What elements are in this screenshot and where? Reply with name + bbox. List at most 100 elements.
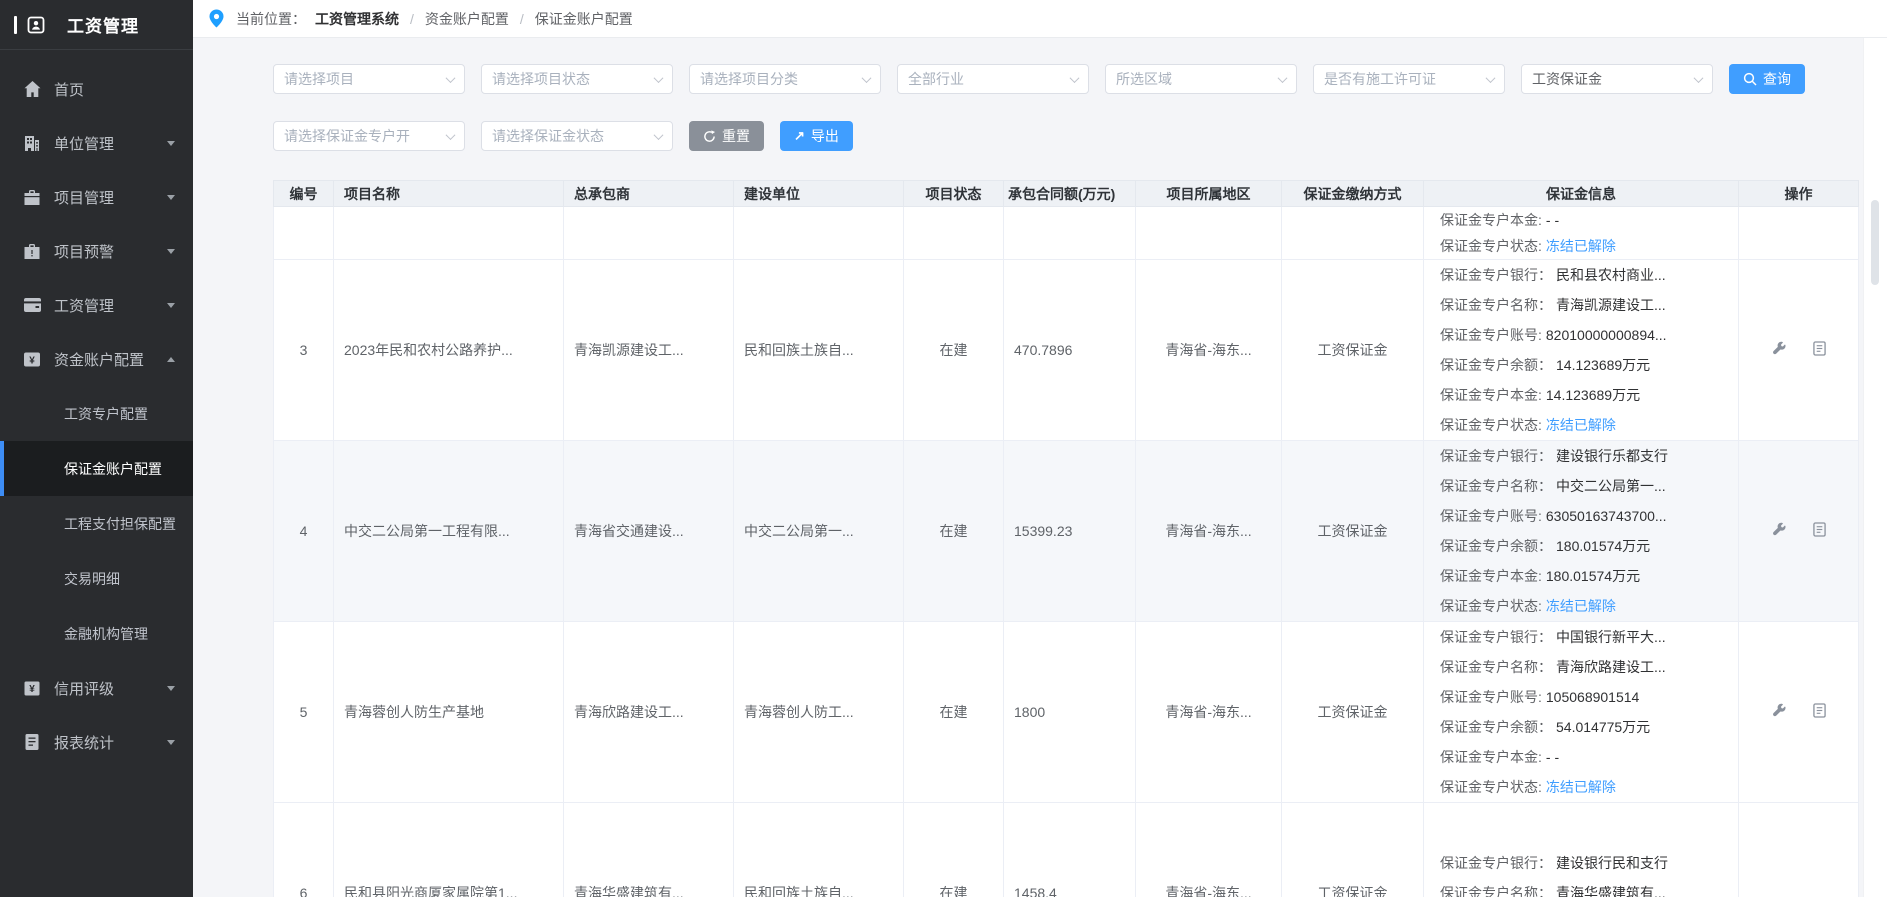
filter-project-status-select[interactable]: 请选择项目状态 bbox=[481, 64, 673, 94]
column-header-contractor: 总承包商 bbox=[564, 181, 734, 207]
builder-cell bbox=[734, 207, 904, 260]
contract-amount-cell: 1458.4 bbox=[1004, 803, 1136, 897]
deposit-info-line: 保证金专户名称：青海华盛建筑有... bbox=[1440, 878, 1728, 897]
sidebar-item-salary-management[interactable]: 工资管理 bbox=[0, 278, 193, 332]
contract-amount-cell bbox=[1004, 207, 1136, 260]
column-header-project-name: 项目名称 bbox=[334, 181, 564, 207]
chevron-down-icon bbox=[446, 73, 456, 83]
badge-person-icon bbox=[26, 15, 46, 35]
filter-project-select[interactable]: 请选择项目 bbox=[273, 64, 465, 94]
builder-cell: 民和回族土族自... bbox=[734, 260, 904, 441]
wallet-icon bbox=[22, 295, 42, 315]
sidebar-item-unit-management[interactable]: 单位管理 bbox=[0, 116, 193, 170]
project-status-cell bbox=[904, 207, 1004, 260]
document-icon[interactable] bbox=[1813, 341, 1826, 359]
deposit-field-label: 保证金专户状态: bbox=[1440, 238, 1542, 254]
reset-button[interactable]: 重置 bbox=[689, 121, 764, 151]
sidebar-item-report-statistics[interactable]: 报表统计 bbox=[0, 715, 193, 769]
column-header-id: 编号 bbox=[274, 181, 334, 207]
account-status-link[interactable]: 冻结已解除 bbox=[1546, 598, 1616, 614]
deposit-method-cell: 工资保证金 bbox=[1282, 803, 1424, 897]
row-number-cell: 6 bbox=[274, 803, 334, 897]
deposit-field-value: 建设银行乐都支行 bbox=[1556, 448, 1668, 464]
svg-text:¥: ¥ bbox=[29, 355, 35, 366]
briefcase-icon bbox=[22, 187, 42, 207]
deposit-info-line: 保证金专户状态:冻结已解除 bbox=[1440, 233, 1728, 259]
account-status-link[interactable]: 冻结已解除 bbox=[1546, 417, 1616, 433]
deposit-field-value: 14.123689万元 bbox=[1556, 357, 1650, 373]
deposit-info-line: 保证金专户本金:180.01574万元 bbox=[1440, 561, 1728, 591]
deposit-info-line: 保证金专户状态:冻结已解除 bbox=[1440, 772, 1728, 802]
wrench-icon[interactable] bbox=[1772, 703, 1787, 721]
sidebar-item-financial-institution[interactable]: 金融机构管理 bbox=[0, 606, 193, 661]
main-area: 当前位置： 工资管理系统 / 资金账户配置 / 保证金账户配置 请选择项目 请选… bbox=[193, 0, 1887, 897]
actions-cell bbox=[1739, 441, 1859, 622]
report-icon bbox=[22, 732, 42, 752]
column-header-builder: 建设单位 bbox=[734, 181, 904, 207]
sidebar-item-salary-special-account[interactable]: 工资专户配置 bbox=[0, 386, 193, 441]
filter-deposit-type-select[interactable]: 工资保证金 bbox=[1521, 64, 1713, 94]
document-icon[interactable] bbox=[1813, 522, 1826, 540]
filter-project-category-select[interactable]: 请选择项目分类 bbox=[689, 64, 881, 94]
wrench-icon[interactable] bbox=[1772, 341, 1787, 359]
sidebar-item-fund-account-config[interactable]: ¥ 资金账户配置 bbox=[0, 332, 193, 386]
filter-construction-permit-select[interactable]: 是否有施工许可证 bbox=[1313, 64, 1505, 94]
deposit-field-label: 保证金专户本金: bbox=[1440, 212, 1542, 228]
building-icon bbox=[22, 133, 42, 153]
deposit-info-line: 保证金专户名称：中交二公局第一... bbox=[1440, 471, 1728, 501]
column-header-contract-amount: 承包合同额(万元) bbox=[1004, 181, 1136, 207]
location-pin-icon bbox=[206, 8, 227, 29]
deposit-info-line: 保证金专户账号:63050163743700... bbox=[1440, 501, 1728, 531]
breadcrumb-level-2[interactable]: 资金账户配置 bbox=[425, 9, 509, 29]
scrollbar-thumb[interactable] bbox=[1871, 200, 1879, 285]
sidebar-item-project-payment-guarantee[interactable]: 工程支付担保配置 bbox=[0, 496, 193, 551]
deposit-field-value: 中国银行新平大... bbox=[1556, 629, 1666, 645]
chevron-down-icon bbox=[167, 686, 175, 691]
sidebar-item-transaction-detail[interactable]: 交易明细 bbox=[0, 551, 193, 606]
account-status-link[interactable]: 冻结已解除 bbox=[1546, 779, 1616, 795]
deposit-info-line: 保证金专户本金:14.123689万元 bbox=[1440, 380, 1728, 410]
deposit-info-cell: 保证金专户银行：民和县农村商业...保证金专户名称：青海凯源建设工...保证金专… bbox=[1424, 260, 1739, 441]
builder-cell: 中交二公局第一... bbox=[734, 441, 904, 622]
deposit-info-line: 保证金专户本金:- - bbox=[1440, 742, 1728, 772]
document-icon[interactable] bbox=[1813, 703, 1826, 721]
chevron-down-icon bbox=[446, 130, 456, 140]
deposit-method-cell: 工资保证金 bbox=[1282, 622, 1424, 803]
sidebar-item-deposit-account-config[interactable]: 保证金账户配置 bbox=[0, 441, 193, 496]
deposit-field-label: 保证金专户名称： bbox=[1440, 297, 1552, 313]
chevron-down-icon bbox=[1070, 73, 1080, 83]
deposit-info-line: 保证金专户状态:冻结已解除 bbox=[1440, 591, 1728, 621]
scrollbar-track bbox=[1863, 38, 1887, 897]
account-status-link[interactable]: 冻结已解除 bbox=[1546, 238, 1616, 254]
deposit-field-label: 保证金专户名称： bbox=[1440, 885, 1552, 897]
filter-deposit-status-select[interactable]: 请选择保证金状态 bbox=[481, 121, 673, 151]
filter-industry-select[interactable]: 全部行业 bbox=[897, 64, 1089, 94]
filter-deposit-account-bank-select[interactable]: 请选择保证金专户开 bbox=[273, 121, 465, 151]
sidebar-item-project-management[interactable]: 项目管理 bbox=[0, 170, 193, 224]
yuan-box-icon: ¥ bbox=[22, 349, 42, 369]
sidebar-item-credit-rating[interactable]: ¥ 信用评级 bbox=[0, 661, 193, 715]
chevron-down-icon bbox=[1278, 73, 1288, 83]
project-status-cell: 在建 bbox=[904, 441, 1004, 622]
deposit-field-label: 保证金专户余额： bbox=[1440, 538, 1552, 554]
project-name-cell: 中交二公局第一工程有限... bbox=[334, 441, 564, 622]
breadcrumb-bar: 当前位置： 工资管理系统 / 资金账户配置 / 保证金账户配置 bbox=[193, 0, 1887, 38]
column-header-deposit-method: 保证金缴纳方式 bbox=[1282, 181, 1424, 207]
deposit-field-label: 保证金专户名称： bbox=[1440, 478, 1552, 494]
search-button[interactable]: 查询 bbox=[1729, 64, 1805, 94]
deposit-method-cell bbox=[1282, 207, 1424, 260]
contract-amount-cell: 15399.23 bbox=[1004, 441, 1136, 622]
export-button[interactable]: ↗ 导出 bbox=[780, 121, 853, 151]
sidebar-nav: 首页 单位管理 项目管理 项目预警 bbox=[0, 50, 193, 769]
wrench-icon[interactable] bbox=[1772, 522, 1787, 540]
row-number-cell: 3 bbox=[274, 260, 334, 441]
deposit-field-value: 105068901514 bbox=[1546, 689, 1639, 705]
deposit-info-line: 保证金专户本金:- - bbox=[1440, 207, 1728, 233]
breadcrumb-level-3[interactable]: 保证金账户配置 bbox=[535, 9, 633, 29]
sidebar-item-home[interactable]: 首页 bbox=[0, 62, 193, 116]
sidebar-item-project-alert[interactable]: 项目预警 bbox=[0, 224, 193, 278]
chevron-up-icon bbox=[167, 357, 175, 362]
filter-region-select[interactable]: 所选区域 bbox=[1105, 64, 1297, 94]
filter-row-1: 请选择项目 请选择项目状态 请选择项目分类 全部行业 所选区域 是否有施工许可证 bbox=[273, 64, 1887, 94]
deposit-method-cell: 工资保证金 bbox=[1282, 441, 1424, 622]
